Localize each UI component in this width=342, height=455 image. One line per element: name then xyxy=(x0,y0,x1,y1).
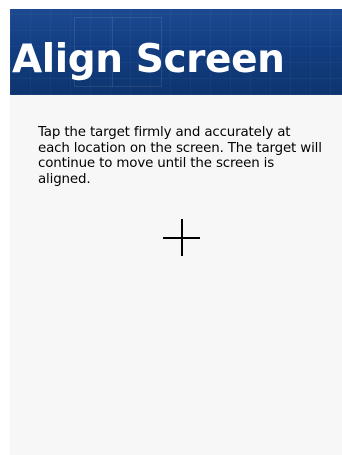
header-banner: Align Screen xyxy=(10,9,342,95)
crosshair-target[interactable] xyxy=(163,219,200,256)
instructions-text: Tap the target firmly and accurately at … xyxy=(38,125,322,187)
crosshair-vertical-line xyxy=(181,219,183,256)
align-screen: Align Screen Tap the target firmly and a… xyxy=(10,9,342,455)
page-title: Align Screen xyxy=(12,37,285,82)
